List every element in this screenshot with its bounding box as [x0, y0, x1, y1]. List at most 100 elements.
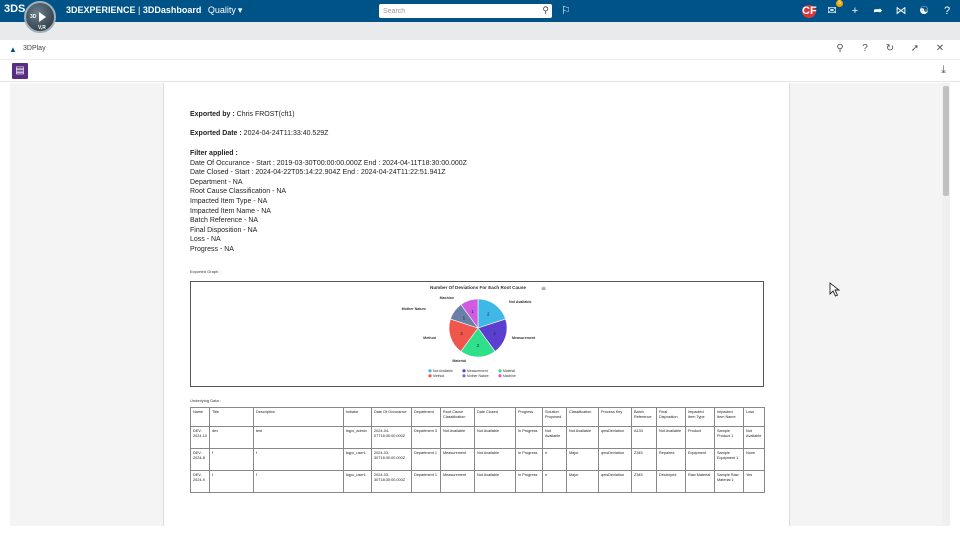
- table-cell: Major: [566, 448, 599, 471]
- table-cell: 2024-03-30T18:30:00.000Z: [371, 448, 412, 471]
- table-cell: Not Available: [474, 426, 516, 449]
- exported-by-value: Chris FROST(cft1): [234, 111, 295, 118]
- legend-marker: [462, 369, 466, 373]
- table-cell: DEV-2024-10: [190, 426, 210, 449]
- table-cell: Raw Material: [685, 470, 715, 493]
- pin-icon[interactable]: ➚: [909, 43, 921, 54]
- table-header-cell: Classification: [566, 407, 599, 427]
- table-cell: Department 3: [411, 426, 441, 449]
- legend-marker: [462, 374, 466, 378]
- table-header-cell: Process Key: [598, 407, 632, 427]
- top-bar: 3DS 3DEXPERIENCE | 3DDashboard Quality ▾ …: [0, 0, 960, 22]
- table-cell: bqpc_user1: [343, 470, 372, 493]
- mouse-cursor-icon: [829, 282, 841, 297]
- filter-line: Impacted Item Name - NA: [190, 207, 271, 215]
- download-icon[interactable]: ⤓: [941, 64, 946, 77]
- refresh-icon[interactable]: ↻: [884, 43, 896, 54]
- table-header-cell: Description: [253, 407, 344, 427]
- hamburger-icon[interactable]: ≡: [541, 285, 546, 292]
- top-right-icons: CF ✉ 5 + ➦ ⋈ ☯ ?: [802, 0, 954, 19]
- play-icon: [39, 12, 46, 22]
- table-cell: In Progress: [515, 426, 543, 449]
- table-cell: bqpc_user1: [343, 448, 372, 471]
- share-icon[interactable]: ➦: [871, 3, 885, 19]
- compass-button[interactable]: 3D V,R: [24, 1, 56, 33]
- brand-label: 3DEXPERIENCE: [66, 5, 136, 15]
- filter-label: Filter applied :: [190, 150, 238, 157]
- table-cell: Not Available: [656, 426, 686, 449]
- document-page: Exported by : Chris FROST(cft1) Exported…: [163, 83, 790, 526]
- table-cell: Z345: [631, 448, 657, 471]
- slice-name-label: Method: [423, 336, 436, 340]
- table-cell: qmsDeviation: [598, 426, 632, 449]
- table-header-cell: Date Of Occurance: [371, 407, 412, 427]
- table-row: DEV-2024-10 dev test bqpc_admin 2024-04-07T1…: [190, 426, 765, 449]
- table-header-cell: Final Disposition: [656, 407, 686, 427]
- table-cell: f: [253, 448, 344, 471]
- pie-chart: Number Of Deviations For Each Root Cause…: [402, 285, 546, 378]
- legend-item: Measurement: [467, 369, 488, 373]
- search-icon[interactable]: ⚲: [834, 43, 846, 54]
- table-cell: f: [209, 470, 254, 493]
- table-cell: Product: [685, 426, 715, 449]
- table-cell: None: [743, 448, 765, 471]
- table-header-cell: Initiator: [343, 407, 372, 427]
- viewer-toolbar: ▤ ⤓: [0, 60, 960, 82]
- slice-name-label: Measurement: [512, 336, 536, 340]
- title-separator: |: [135, 5, 143, 15]
- legend-item: Method: [433, 374, 444, 378]
- chevron-down-icon[interactable]: ▾: [238, 5, 243, 16]
- table-cell: A133: [631, 426, 657, 449]
- scrollbar-thumb[interactable]: [943, 86, 949, 196]
- compass-v-label: V,R: [38, 25, 46, 31]
- table-cell: Measurement: [440, 470, 475, 493]
- help-icon[interactable]: ?: [859, 43, 871, 54]
- bottom-bar: [0, 526, 960, 540]
- filter-line: Date Closed - Start : 2024-04-22T05:14:2…: [190, 169, 446, 177]
- table-cell: rr: [542, 470, 567, 493]
- table-cell: Yes: [743, 470, 765, 493]
- search-box[interactable]: ⚲: [379, 4, 552, 18]
- 3dplay-icon: ▲: [9, 45, 17, 54]
- filter-line: Impacted Item Type - NA: [190, 197, 268, 205]
- dashboard-label: 3DDashboard: [142, 5, 202, 15]
- apps-icon[interactable]: ☯: [917, 3, 931, 19]
- table-cell: bqpc_admin: [343, 426, 372, 449]
- filter-line: Root Cause Classification - NA: [190, 188, 287, 196]
- exported-graph-label: Exported Graph :: [190, 269, 221, 274]
- help-icon[interactable]: ?: [940, 3, 954, 19]
- avatar[interactable]: CF: [802, 4, 817, 18]
- data-table: Name Title Description Initiator Date Of Occ…: [190, 407, 765, 493]
- exported-date-value: 2024-04-24T11:33:40.529Z: [241, 130, 329, 137]
- table-cell: 2024-04-07T18:30:00.000Z: [371, 426, 412, 449]
- notifications-icon[interactable]: ✉ 5: [825, 0, 843, 19]
- underlying-data-label: Underlying Data :: [190, 398, 221, 403]
- exported-by: Exported by : Chris FROST(cft1): [190, 110, 295, 120]
- filters-applied: Filter applied : Date Of Occurance - Sta…: [190, 149, 467, 255]
- exported-date-label: Exported Date :: [190, 130, 242, 137]
- legend-item: Material: [503, 369, 515, 373]
- table-cell: Sample Raw Material 1: [714, 470, 744, 493]
- close-icon[interactable]: ✕: [934, 43, 946, 54]
- legend-marker: [428, 374, 432, 378]
- table-cell: Not Available: [474, 448, 516, 471]
- search-input[interactable]: [383, 5, 533, 17]
- document-viewer: Exported by : Chris FROST(cft1) Exported…: [10, 83, 950, 526]
- search-icon[interactable]: ⚲: [542, 5, 549, 16]
- network-icon[interactable]: ⋈: [894, 3, 908, 19]
- app-title[interactable]: 3DEXPERIENCE | 3DDashboard Quality ▾: [66, 5, 242, 16]
- table-cell: Not Available: [566, 426, 599, 449]
- add-icon[interactable]: +: [848, 3, 862, 19]
- notification-badge: 5: [836, 0, 843, 7]
- table-row: DEV-2024-8 f f bqpc_user1 2024-03-30T18:30:0…: [190, 448, 765, 471]
- table-cell: 2024-03-30T18:30:00.000Z: [371, 470, 412, 493]
- table-cell: Major: [566, 470, 599, 493]
- document-icon[interactable]: ▤: [12, 63, 28, 79]
- tag-icon[interactable]: ⚐: [561, 4, 571, 17]
- compass-3d-label: 3D: [30, 14, 37, 20]
- widget-header: ▲ 3DPlay ⚲ ? ↻ ➚ ✕: [0, 40, 960, 60]
- table-cell: DEV-2024-8: [190, 448, 210, 471]
- scrollbar[interactable]: [942, 83, 950, 526]
- table-cell: Sample Product 1: [714, 426, 744, 449]
- table-cell: DEV-2024-9: [190, 470, 210, 493]
